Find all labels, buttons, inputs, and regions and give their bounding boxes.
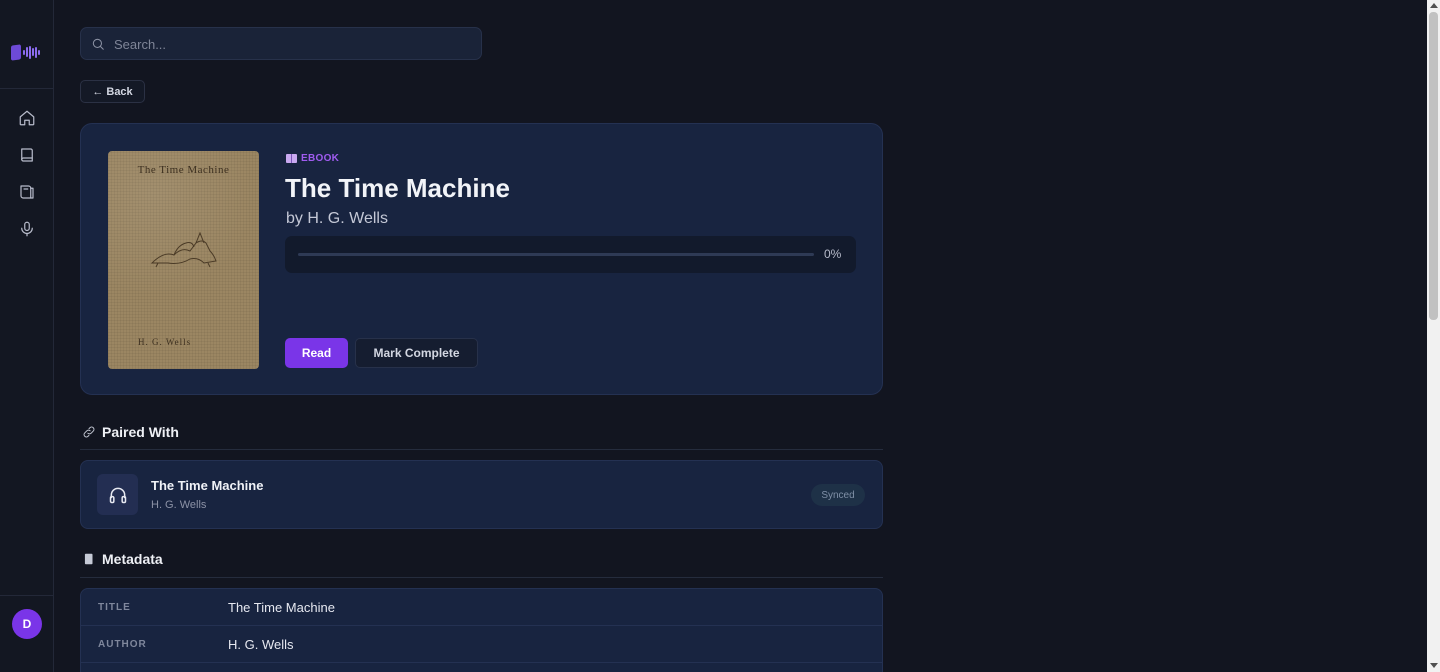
- nav-library-button[interactable]: [14, 179, 40, 205]
- sphinx-illustration-icon: [150, 231, 217, 268]
- scrollbar-thumb[interactable]: [1429, 12, 1438, 320]
- nav-ebooks-button[interactable]: [14, 142, 40, 168]
- sidebar-divider: [0, 88, 54, 89]
- search-input[interactable]: [114, 34, 474, 54]
- mark-complete-button[interactable]: Mark Complete: [355, 338, 478, 368]
- metadata-table: TITLE The Time Machine AUTHOR H. G. Well…: [80, 588, 883, 672]
- metadata-value: The Time Machine: [228, 600, 335, 615]
- paired-with-heading: Paired With: [82, 424, 179, 440]
- progress-percent: 0%: [824, 247, 842, 261]
- app-logo[interactable]: [11, 43, 41, 61]
- synced-badge: Synced: [811, 484, 865, 506]
- sidebar-divider: [0, 595, 54, 596]
- document-icon: [84, 553, 93, 565]
- paired-heading-label: Paired With: [102, 424, 179, 440]
- logo-waveform-icon: [23, 45, 40, 59]
- cover-author: H. G. Wells: [138, 337, 192, 347]
- nav-podcasts-button[interactable]: [14, 216, 40, 242]
- read-button[interactable]: Read: [285, 338, 348, 368]
- user-avatar[interactable]: D: [12, 609, 42, 639]
- paired-item[interactable]: The Time Machine H. G. Wells Synced: [80, 460, 883, 529]
- sidebar: D: [0, 0, 54, 672]
- page-scrollbar[interactable]: [1427, 0, 1440, 672]
- books-icon: [286, 154, 297, 163]
- book-detail-card: The Time Machine H. G. Wells EBOOK The T…: [80, 123, 883, 395]
- audiobook-thumb: [97, 474, 138, 515]
- progress-track: [298, 253, 814, 256]
- paired-title: The Time Machine: [151, 478, 264, 493]
- microphone-icon: [21, 221, 33, 237]
- search-bar: [80, 27, 482, 60]
- book-icon: [21, 148, 33, 162]
- open-book-icon: [20, 185, 34, 199]
- link-icon: [83, 426, 95, 438]
- metadata-key: AUTHOR: [98, 639, 147, 650]
- book-cover: The Time Machine H. G. Wells: [108, 151, 259, 369]
- search-icon: [92, 38, 104, 50]
- nav-home-button[interactable]: [14, 105, 40, 131]
- home-icon: [19, 110, 35, 126]
- type-label: EBOOK: [301, 153, 340, 164]
- metadata-row: TITLE The Time Machine: [81, 589, 882, 626]
- section-divider: [80, 577, 883, 578]
- scroll-up-arrow-icon[interactable]: [1430, 3, 1438, 8]
- metadata-heading-label: Metadata: [102, 551, 163, 567]
- headphones-icon: [109, 487, 126, 503]
- metadata-value: H. G. Wells: [228, 637, 294, 652]
- book-author: by H. G. Wells: [286, 210, 388, 227]
- metadata-row: AUTHOR H. G. Wells: [81, 626, 882, 663]
- logo-book-icon: [11, 43, 21, 61]
- ebook-type-badge: EBOOK: [286, 153, 339, 164]
- metadata-key: TITLE: [98, 602, 131, 613]
- back-button[interactable]: ← Back: [80, 80, 145, 103]
- section-divider: [80, 449, 883, 450]
- cover-title: The Time Machine: [137, 164, 230, 176]
- scroll-down-arrow-icon[interactable]: [1430, 663, 1438, 668]
- reading-progress: 0%: [285, 236, 856, 273]
- paired-author: H. G. Wells: [151, 499, 207, 511]
- metadata-heading: Metadata: [82, 551, 163, 567]
- book-title: The Time Machine: [285, 173, 510, 203]
